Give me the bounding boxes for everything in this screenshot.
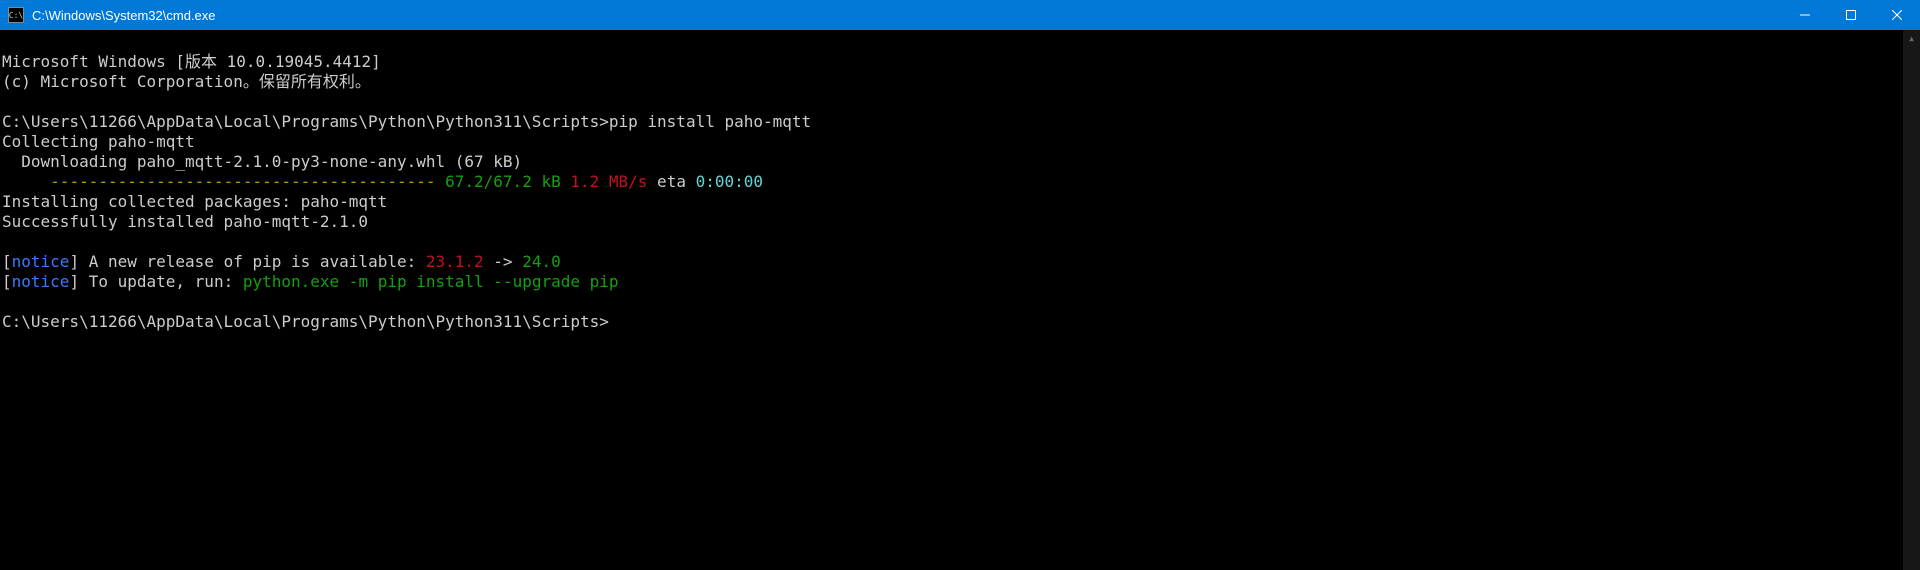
- scrollbar-up-arrow-icon[interactable]: ▲: [1903, 30, 1920, 47]
- progress-size: 67.2/67.2 kB: [445, 172, 561, 191]
- notice-text: A new release of pip is available:: [79, 252, 426, 271]
- prompt-path: C:\Users\11266\AppData\Local\Programs\Py…: [2, 112, 609, 131]
- maximize-icon: [1846, 10, 1856, 20]
- notice-text: To update, run:: [79, 272, 243, 291]
- scrollbar[interactable]: ▲: [1903, 30, 1920, 570]
- progress-bar: ----------------------------------------: [50, 172, 445, 191]
- prompt-line: C:\Users\11266\AppData\Local\Programs\Py…: [2, 112, 811, 131]
- notice-tag: notice: [12, 252, 70, 271]
- notice-line-1: [notice] A new release of pip is availab…: [2, 252, 561, 271]
- notice-line-2: [notice] To update, run: python.exe -m p…: [2, 272, 619, 291]
- new-version: 24.0: [522, 252, 561, 271]
- close-button[interactable]: [1874, 0, 1920, 30]
- minimize-button[interactable]: [1782, 0, 1828, 30]
- cmd-icon: C:\: [8, 7, 24, 23]
- success-line: Successfully installed paho-mqtt-2.1.0: [2, 212, 368, 231]
- window-title: C:\Windows\System32\cmd.exe: [32, 8, 1782, 23]
- collecting-line: Collecting paho-mqtt: [2, 132, 195, 151]
- typed-command: pip install paho-mqtt: [609, 112, 811, 131]
- upgrade-command: python.exe -m pip install --upgrade pip: [243, 272, 619, 291]
- close-icon: [1892, 10, 1902, 20]
- prompt-path: C:\Users\11266\AppData\Local\Programs\Py…: [2, 312, 609, 331]
- eta-value: 0:00:00: [696, 172, 763, 191]
- installing-line: Installing collected packages: paho-mqtt: [2, 192, 387, 211]
- copyright-line: (c) Microsoft Corporation。保留所有权利。: [2, 72, 371, 91]
- notice-tag: notice: [12, 272, 70, 291]
- progress-speed: 1.2 MB/s: [561, 172, 648, 191]
- progress-line: ----------------------------------------…: [2, 172, 763, 191]
- minimize-icon: [1800, 10, 1810, 20]
- window-controls: [1782, 0, 1920, 30]
- terminal-output[interactable]: Microsoft Windows [版本 10.0.19045.4412] (…: [0, 30, 1920, 570]
- prompt-line: C:\Users\11266\AppData\Local\Programs\Py…: [2, 312, 609, 331]
- version-line: Microsoft Windows [版本 10.0.19045.4412]: [2, 52, 381, 71]
- maximize-button[interactable]: [1828, 0, 1874, 30]
- eta-label: eta: [647, 172, 695, 191]
- downloading-line: Downloading paho_mqtt-2.1.0-py3-none-any…: [2, 152, 522, 171]
- titlebar[interactable]: C:\ C:\Windows\System32\cmd.exe: [0, 0, 1920, 30]
- old-version: 23.1.2: [426, 252, 484, 271]
